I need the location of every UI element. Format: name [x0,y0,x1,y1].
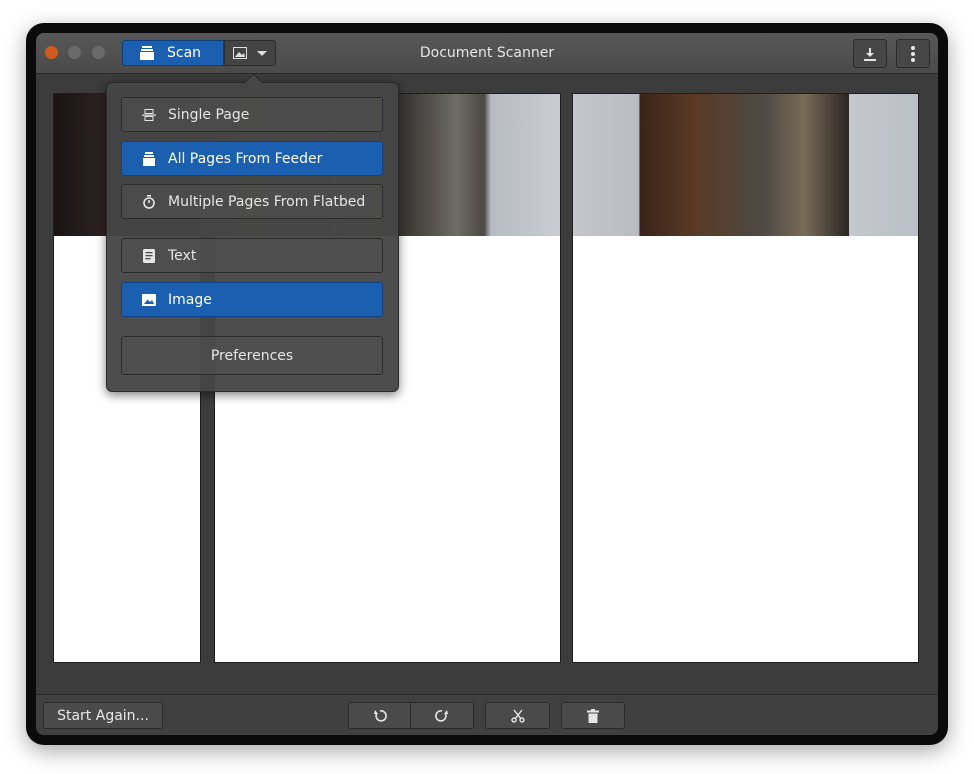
save-button[interactable] [853,39,887,68]
action-bar: Start Again... [36,694,938,735]
rotate-right-button[interactable] [410,702,474,729]
crop-icon [510,709,525,723]
menu-item-multiple-pages-from-flatbed[interactable]: Multiple Pages From Flatbed [121,184,383,219]
menu-item-text[interactable]: Text [121,238,383,273]
rotate-left-button[interactable] [348,702,411,729]
kebab-menu-icon [911,45,915,62]
trash-icon [587,708,599,723]
rotate-right-icon [435,709,448,722]
menu-item-single-page[interactable]: Single Page [121,97,383,132]
download-icon [864,47,876,61]
menu-item-label: Single Page [168,106,250,123]
menu-item-all-pages-from-feeder[interactable]: All Pages From Feeder [121,141,383,176]
start-again-button[interactable]: Start Again... [43,702,163,729]
menu-item-label: Image [168,291,212,308]
menu-item-label: All Pages From Feeder [168,150,323,167]
maximize-window-button[interactable] [92,46,105,59]
scanned-image-strip [573,94,918,236]
preferences-label: Preferences [210,347,294,364]
chevron-down-icon [257,50,267,56]
menu-item-image[interactable]: Image [121,282,383,317]
timer-icon [142,194,156,209]
header-bar: Scan Document Scanner [36,33,938,74]
close-window-button[interactable] [45,46,58,59]
scan-button[interactable]: Scan [122,40,224,66]
scan-type-dropdown[interactable] [224,40,276,66]
delete-page-button[interactable] [561,702,625,729]
rotate-left-icon [373,709,387,722]
scanned-page-3[interactable] [572,93,919,663]
main-menu-button[interactable] [896,39,930,68]
image-icon [233,47,247,59]
menu-item-label: Text [168,247,197,264]
minimize-window-button[interactable] [68,46,81,59]
scan-options-popover: Single Page All Pages From Feeder Multip… [106,82,399,392]
single-page-icon [142,108,156,122]
text-doc-icon [142,248,156,263]
scan-button-label: Scan [167,45,202,61]
menu-item-label: Multiple Pages From Flatbed [168,193,366,210]
crop-button[interactable] [485,702,550,729]
feeder-icon [142,151,156,166]
preferences-button[interactable]: Preferences [121,336,383,375]
image-icon [142,293,156,307]
scanner-feeder-icon [140,46,154,60]
